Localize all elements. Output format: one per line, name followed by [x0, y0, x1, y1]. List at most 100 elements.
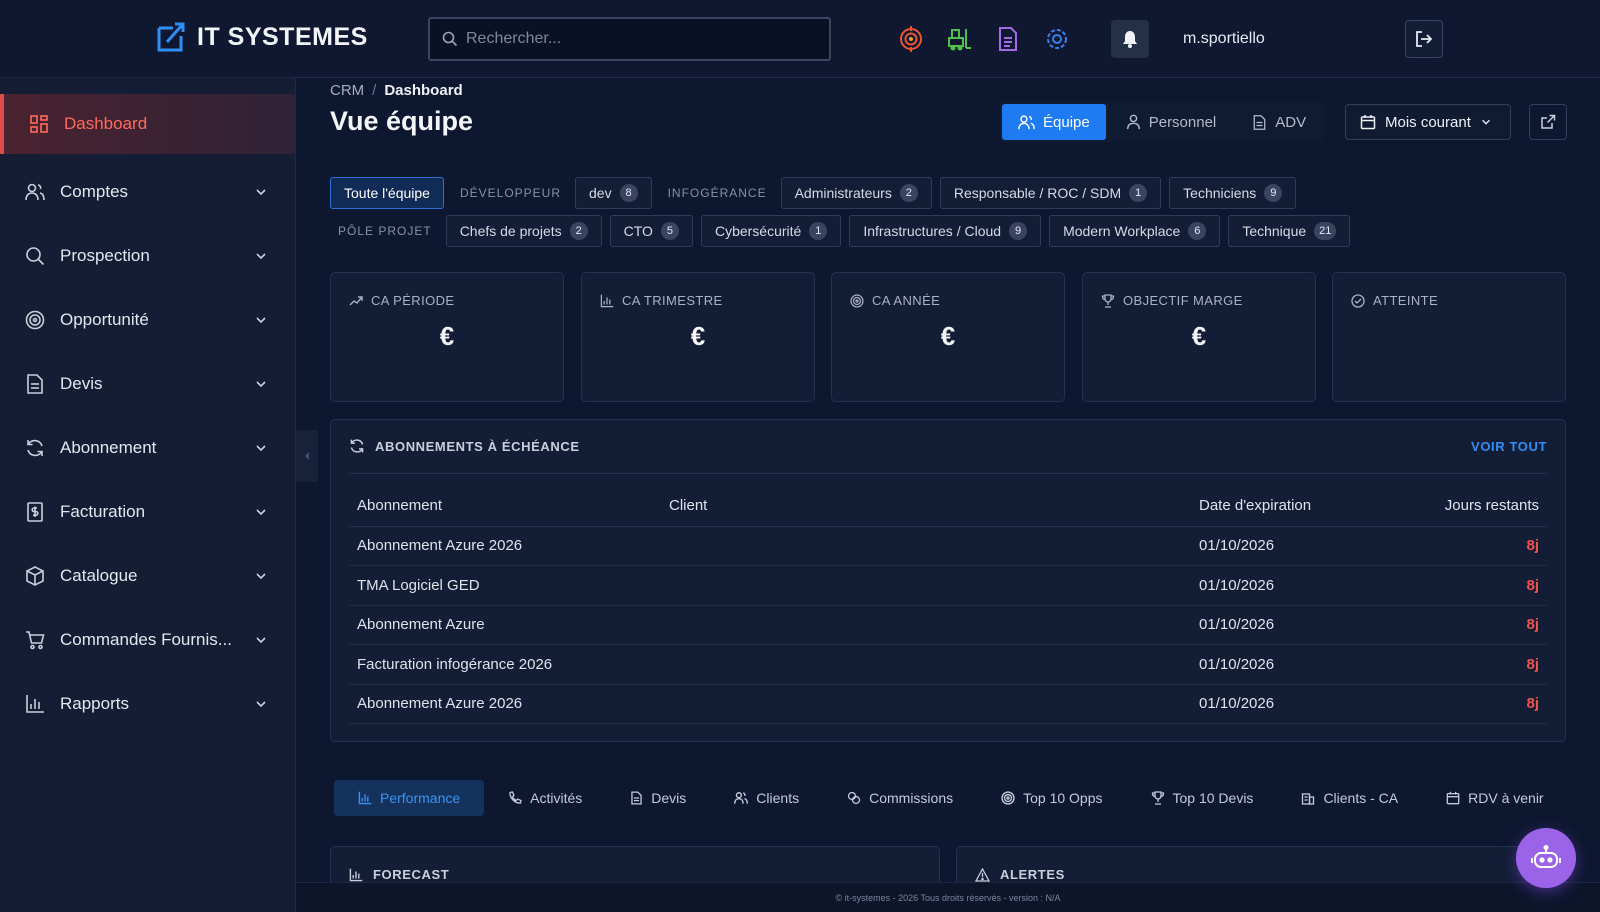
sidebar-item-facturation[interactable]: Facturation	[0, 482, 296, 542]
sidebar-item-catalogue[interactable]: Catalogue	[0, 546, 296, 606]
chevron-down-icon	[256, 701, 266, 708]
filter-chip[interactable]: Technique 21	[1228, 215, 1351, 247]
filter-chip[interactable]: Chefs de projets 2	[445, 215, 602, 247]
tab-activites[interactable]: Activités	[484, 780, 606, 816]
chatbot-button[interactable]	[1516, 828, 1576, 888]
chevron-down-icon	[1481, 119, 1490, 125]
chip-label: Responsable / ROC / SDM	[953, 185, 1122, 201]
logo[interactable]: IT SYSTEMES	[155, 20, 368, 54]
filter-chip[interactable]: Responsable / ROC / SDM 1	[939, 177, 1162, 209]
trophy-icon	[1151, 791, 1164, 805]
column-header[interactable]: Abonnement	[349, 486, 661, 527]
open-external-button[interactable]	[1529, 104, 1567, 140]
chevron-down-icon	[256, 317, 266, 324]
notifications-button[interactable]	[1111, 20, 1149, 58]
see-all-link[interactable]: VOIR TOUT	[1471, 439, 1547, 454]
sidebar-item-prospection[interactable]: Prospection	[0, 226, 296, 286]
users-icon	[734, 792, 749, 804]
check-circle-icon	[1351, 293, 1365, 308]
kpi-card-ca-trimestre: CA TRIMESTRE €	[581, 272, 815, 402]
chip-count: 8	[619, 184, 638, 202]
logo-icon	[157, 22, 185, 52]
search-box[interactable]	[428, 17, 831, 61]
kpi-value: €	[1191, 321, 1207, 351]
chip-count: 21	[1314, 222, 1337, 240]
tab-performance[interactable]: Performance	[334, 780, 485, 816]
tab-commissions[interactable]: Commissions	[823, 780, 977, 816]
search-input[interactable]	[466, 30, 806, 48]
filter-group-label: INFOGÉRANCE	[667, 186, 767, 200]
username[interactable]: m.sportiello	[1183, 30, 1265, 48]
sidebar-item-comptes[interactable]: Comptes	[0, 162, 296, 222]
tab-rdv-a-venir[interactable]: RDV à venir	[1422, 780, 1567, 816]
view-personnel-label: Personnel	[1148, 113, 1217, 131]
column-header[interactable]: Client	[661, 486, 1191, 527]
robot-icon	[1531, 845, 1561, 868]
filter-chip[interactable]: Modern Workplace 6	[1049, 215, 1221, 247]
document-icon	[631, 791, 642, 805]
table-row[interactable]: Facturation infogérance 2026 01/10/2026 …	[349, 644, 1547, 685]
top-bar: IT SYSTEMES Rechercher... m.sportiello	[0, 0, 1600, 78]
panel-title: ABONNEMENTS À ÉCHÉANCE	[375, 438, 580, 454]
column-header[interactable]: Jours restants	[1401, 486, 1547, 527]
tab-label: Clients	[756, 790, 800, 806]
sidebar-item-rapports[interactable]: Rapports	[0, 674, 296, 734]
filter-chip[interactable]: Techniciens 9	[1169, 177, 1297, 209]
tab-clients-ca[interactable]: Clients - CA	[1277, 780, 1422, 816]
view-personnel-button[interactable]: Personnel	[1110, 104, 1233, 140]
logout-icon	[1416, 31, 1433, 47]
document-icon[interactable]	[995, 26, 1021, 52]
view-equipe-button[interactable]: Équipe	[1002, 104, 1106, 140]
breadcrumb-root[interactable]: CRM	[330, 82, 364, 99]
sidebar-item-dashboard[interactable]: Dashboard	[0, 94, 296, 154]
coins-icon	[847, 791, 861, 805]
filter-chip[interactable]: CTO 5	[609, 215, 693, 247]
tab-top-10-opps[interactable]: Top 10 Opps	[977, 780, 1126, 816]
sidebar: Dashboard Comptes Prospection Opportunit…	[0, 78, 296, 912]
chevron-down-icon	[256, 253, 266, 260]
kpi-card-ca-periode: CA PÉRIODE €	[330, 272, 564, 402]
tab-label: Clients - CA	[1323, 790, 1399, 806]
view-adv-label: ADV	[1275, 113, 1307, 131]
tab-devis[interactable]: Devis	[606, 780, 710, 816]
cell-expiration: 01/10/2026	[1191, 526, 1401, 566]
cell-subscription: Abonnement Azure 2026	[349, 684, 661, 724]
target-icon[interactable]	[898, 26, 924, 52]
view-adv-button[interactable]: ADV	[1236, 104, 1322, 140]
bar-chart-icon	[358, 791, 372, 805]
filter-chip-all[interactable]: Toute l'équipe	[330, 177, 444, 209]
filter-chip[interactable]: dev 8	[575, 177, 652, 209]
sidebar-item-commandes-fournisseurs[interactable]: Commandes Fournis...	[0, 610, 296, 670]
chevron-down-icon	[256, 445, 266, 452]
kpi-label: CA ANNÉE	[872, 293, 941, 308]
refresh-icon	[350, 439, 364, 453]
sidebar-item-opportunite[interactable]: Opportunité	[0, 290, 296, 350]
sidebar-collapse-button[interactable]	[296, 430, 318, 482]
filter-chip[interactable]: Cybersécurité 1	[700, 215, 842, 247]
column-header[interactable]: Date d'expiration	[1191, 486, 1401, 527]
tab-label: Performance	[380, 790, 461, 806]
kpi-value: €	[690, 321, 706, 351]
tab-top-10-devis[interactable]: Top 10 Devis	[1127, 780, 1278, 816]
sidebar-item-abonnement[interactable]: Abonnement	[0, 418, 296, 478]
refresh-icon	[24, 437, 46, 459]
filter-chip[interactable]: Administrateurs 2	[780, 177, 932, 209]
sidebar-item-devis[interactable]: Devis	[0, 354, 296, 414]
user-icon	[1126, 114, 1140, 130]
tab-clients[interactable]: Clients	[710, 780, 823, 816]
chevron-left-icon	[305, 452, 309, 460]
table-row[interactable]: TMA Logiciel GED 01/10/2026 8j	[349, 565, 1547, 606]
sidebar-item-label: Rapports	[60, 694, 129, 713]
sidebar-item-label: Devis	[60, 374, 103, 393]
table-row[interactable]: Abonnement Azure 01/10/2026 8j	[349, 605, 1547, 645]
cell-days-left: 8j	[1401, 526, 1547, 566]
cog-network-icon[interactable]	[1044, 26, 1070, 52]
table-row[interactable]: Abonnement Azure 2026 01/10/2026 8j	[349, 684, 1547, 724]
logout-button[interactable]	[1405, 20, 1443, 58]
period-select[interactable]: Mois courant	[1345, 104, 1511, 140]
target-icon	[24, 309, 46, 331]
filter-chip[interactable]: Infrastructures / Cloud 9	[849, 215, 1042, 247]
forklift-icon[interactable]	[946, 26, 972, 52]
table-row[interactable]: Abonnement Azure 2026 01/10/2026 8j	[349, 526, 1547, 566]
chevron-down-icon	[256, 637, 266, 644]
